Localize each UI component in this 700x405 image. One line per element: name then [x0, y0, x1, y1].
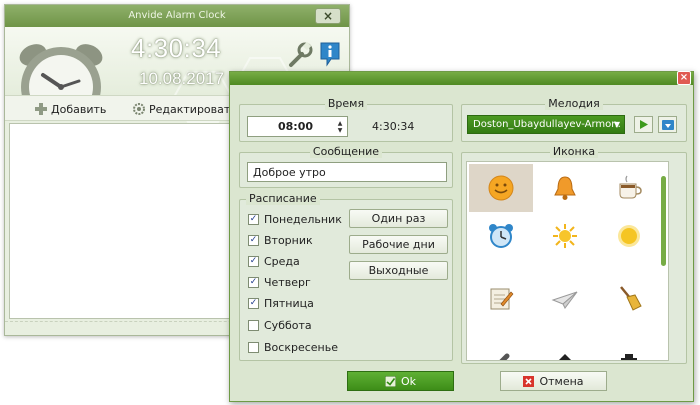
day-label: Воскресенье [264, 341, 338, 354]
wrench-settings-icon[interactable] [285, 41, 313, 69]
add-alarm-button[interactable]: Добавить [35, 100, 106, 118]
day-friday-checkbox[interactable]: ✓ Пятница [248, 297, 314, 310]
checkbox-unchecked-icon [248, 342, 259, 353]
play-melody-button[interactable] [634, 116, 653, 133]
alarm-time-value: 08:00 [277, 120, 313, 133]
icon-option-sun[interactable] [597, 212, 661, 260]
cancel-button[interactable]: Отмена [500, 371, 607, 391]
spinner-down-icon[interactable]: ▼ [338, 127, 343, 134]
day-label: Пятница [264, 297, 314, 310]
paper-plane-icon [551, 291, 578, 309]
workdays-button[interactable]: Рабочие дни [349, 235, 448, 254]
icon-group-title: Иконка [549, 145, 599, 158]
broom-icon [620, 286, 642, 311]
icon-option-sun-rays[interactable] [533, 212, 597, 260]
icon-option-partial[interactable] [533, 338, 597, 360]
cancel-label: Отмена [539, 374, 584, 388]
melody-select[interactable]: Doston_Ubaydullayev-Armon. ▼ [467, 115, 625, 134]
checkmark-icon [384, 375, 396, 387]
icon-option-notepad[interactable] [469, 274, 533, 322]
cancel-icon [523, 375, 535, 387]
pen-icon [499, 353, 510, 360]
icon-option-paper-plane[interactable] [533, 274, 597, 322]
add-alarm-label: Добавить [51, 102, 107, 116]
main-titlebar[interactable]: Anvide Alarm Clock × [5, 5, 349, 27]
day-label: Вторник [264, 234, 313, 247]
icon-option-broom[interactable] [597, 274, 661, 322]
plus-icon [35, 103, 47, 115]
current-time-display: 4:30:34 [131, 33, 222, 63]
main-close-button[interactable]: × [315, 8, 341, 24]
notepad-pencil-icon [490, 288, 514, 310]
edit-alarm-button[interactable]: Редактировать [133, 100, 237, 118]
message-group-title: Сообщение [309, 145, 383, 158]
time-group-title: Время [324, 97, 368, 110]
message-input[interactable]: Доброе утро [247, 162, 447, 182]
smiley-icon [488, 175, 514, 201]
browse-melody-button[interactable] [658, 116, 677, 133]
day-wednesday-checkbox[interactable]: ✓ Среда [248, 255, 300, 268]
play-icon [640, 120, 648, 129]
day-tuesday-checkbox[interactable]: ✓ Вторник [248, 234, 313, 247]
dialog-close-button[interactable]: × [677, 71, 691, 85]
time-group: Время 08:00 ▲ ▼ 4:30:34 [239, 97, 453, 142]
checkbox-checked-icon: ✓ [248, 298, 259, 309]
airplane-icon [559, 354, 571, 360]
day-monday-checkbox[interactable]: ✓ Понедельник [248, 213, 342, 226]
day-label: Четверг [264, 276, 311, 289]
day-label: Среда [264, 255, 300, 268]
day-label: Понедельник [264, 213, 342, 226]
gear-icon [133, 103, 145, 115]
day-saturday-checkbox[interactable]: Суббота [248, 319, 312, 332]
icon-option-smiley[interactable] [469, 164, 533, 212]
dialog-titlebar[interactable]: × [230, 71, 693, 85]
plus-block-icon [621, 354, 637, 360]
time-spinner[interactable]: ▲ ▼ [333, 117, 347, 136]
ok-button[interactable]: Ok [347, 371, 454, 391]
icon-option-coffee[interactable] [597, 164, 661, 212]
alarm-edit-dialog: × Время 08:00 ▲ ▼ 4:30:34 Мелодия Doston… [229, 71, 694, 402]
icon-group: Иконка [461, 145, 687, 364]
main-window-title: Anvide Alarm Clock [128, 10, 226, 21]
chevron-down-icon: ▼ [613, 120, 620, 129]
weekends-button[interactable]: Выходные [349, 261, 448, 280]
schedule-group-title: Расписание [246, 192, 320, 205]
open-file-icon [661, 119, 674, 130]
alarm-clock-icon [489, 224, 513, 248]
checkbox-checked-icon: ✓ [248, 277, 259, 288]
current-date-display: 10.08.2017 [139, 69, 225, 88]
spinner-up-icon[interactable]: ▲ [338, 120, 343, 127]
icon-option-alarm-clock[interactable] [469, 212, 533, 260]
checkbox-checked-icon: ✓ [248, 256, 259, 267]
sun-rays-icon [553, 224, 577, 248]
sun-icon [618, 225, 640, 247]
icon-option-partial[interactable] [469, 338, 533, 360]
day-thursday-checkbox[interactable]: ✓ Четверг [248, 276, 311, 289]
info-icon[interactable] [319, 41, 341, 67]
edit-alarm-label: Редактировать [149, 102, 237, 116]
alarm-time-input[interactable]: 08:00 ▲ ▼ [247, 116, 348, 137]
day-sunday-checkbox[interactable]: Воскресенье [248, 341, 338, 354]
once-button[interactable]: Один раз [349, 209, 448, 228]
day-label: Суббота [264, 319, 312, 332]
current-time-label: 4:30:34 [372, 120, 415, 133]
checkbox-checked-icon: ✓ [248, 214, 259, 225]
bell-icon [554, 176, 576, 200]
scrollbar-thumb[interactable] [661, 176, 666, 266]
coffee-cup-icon [619, 175, 642, 199]
checkbox-unchecked-icon [248, 320, 259, 331]
message-group: Сообщение Доброе утро [239, 145, 453, 188]
checkbox-checked-icon: ✓ [248, 235, 259, 246]
schedule-group: Расписание ✓ Понедельник ✓ Вторник ✓ Сре… [239, 192, 453, 361]
icon-scrollbar[interactable] [661, 164, 667, 354]
melody-group: Мелодия Doston_Ubaydullayev-Armon. ▼ [461, 97, 687, 142]
icon-option-bell[interactable] [533, 164, 597, 212]
melody-group-title: Мелодия [545, 97, 603, 110]
icon-grid[interactable] [466, 161, 669, 361]
ok-label: Ok [400, 374, 417, 388]
melody-selected-value: Doston_Ubaydullayev-Armon. [473, 119, 621, 130]
icon-option-partial[interactable] [597, 338, 661, 360]
